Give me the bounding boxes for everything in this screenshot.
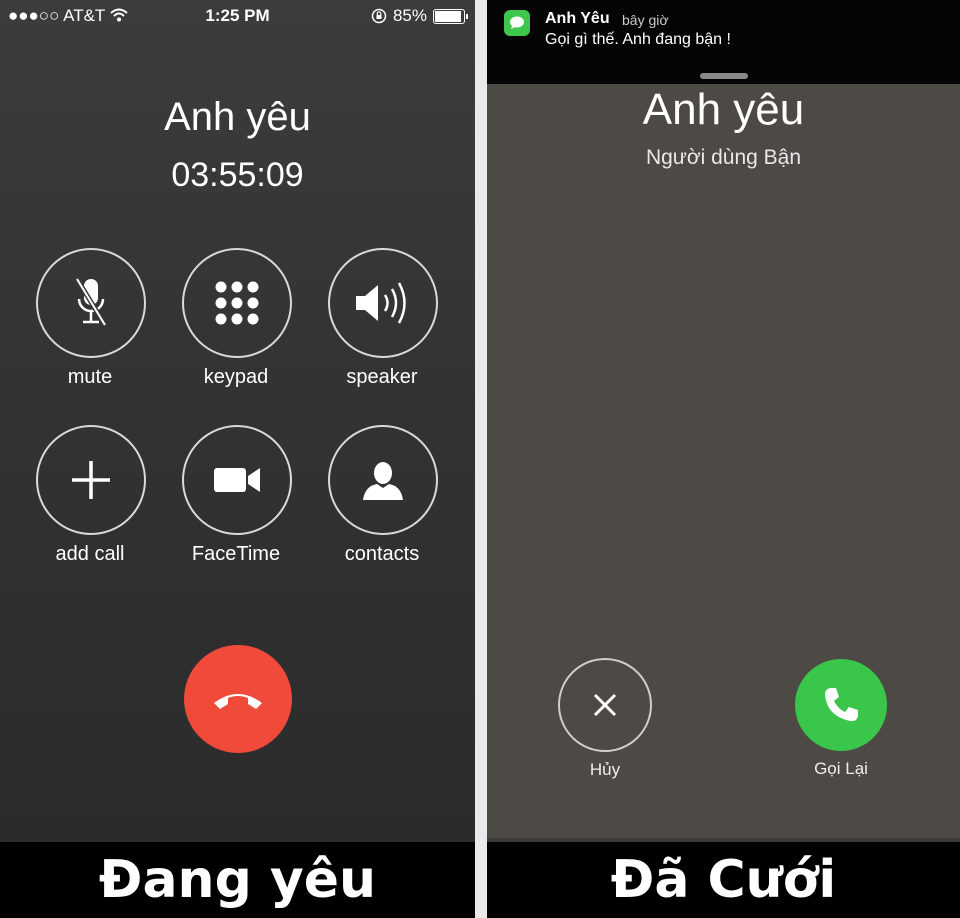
video-camera-icon <box>214 468 260 492</box>
mute-label: mute <box>67 366 113 388</box>
message-notification-banner[interactable]: Anh Yêu bây giờ Gọi gì thế. Anh đang bận… <box>487 0 960 84</box>
phone-icon <box>825 688 858 722</box>
mute-button-circle[interactable] <box>36 248 146 358</box>
status-right: 85% <box>371 6 468 26</box>
speaker-button-circle[interactable] <box>328 248 438 358</box>
call-failed-screen: Anh Yêu bây giờ Gọi gì thế. Anh đang bận… <box>487 0 960 842</box>
caption-left: Đang yêu <box>0 842 475 918</box>
notification-message: Gọi gì thế. Anh đang bận ! <box>545 31 731 48</box>
close-icon <box>593 693 617 717</box>
contact-silhouette-icon <box>363 462 403 500</box>
keypad-label: keypad <box>203 366 269 388</box>
cancel-label: Hủy <box>589 760 621 779</box>
cancel-button-circle[interactable] <box>558 658 652 752</box>
notification-drag-handle[interactable] <box>700 73 748 79</box>
add-call-button-circle[interactable] <box>36 425 146 535</box>
mute-icon <box>74 277 108 327</box>
panel-divider <box>475 0 487 918</box>
redial-label: Gọi Lại <box>814 759 868 778</box>
facetime-label: FaceTime <box>191 543 281 565</box>
caller-name: Anh yêu <box>164 95 311 139</box>
redial-button-circle[interactable] <box>795 659 887 751</box>
mute-button[interactable]: mute <box>36 248 146 389</box>
caption-right: Đã Cưới <box>487 842 960 918</box>
notification-time: bây giờ <box>622 12 669 28</box>
end-call-icon <box>214 694 262 709</box>
plus-icon <box>72 461 110 499</box>
speaker-icon <box>356 282 406 324</box>
battery-percent: 85% <box>392 6 427 25</box>
call-duration: 03:55:09 <box>171 156 304 194</box>
facetime-button-circle[interactable] <box>182 425 292 535</box>
caller-name: Anh yêu <box>642 85 805 134</box>
speaker-label: speaker <box>346 366 418 388</box>
contacts-label: contacts <box>344 543 420 565</box>
call-status: Người dùng Bận <box>645 146 802 169</box>
contacts-button[interactable]: contacts <box>328 425 438 566</box>
in-call-screen: ●●●○○ AT&T 1:25 PM 85% Anh yêu 03:55:09 <box>0 0 475 842</box>
status-bar: ●●●○○ AT&T 1:25 PM 85% <box>0 0 475 30</box>
facetime-button[interactable]: FaceTime <box>182 425 292 566</box>
messages-icon <box>504 10 530 36</box>
contacts-button-circle[interactable] <box>328 425 438 535</box>
keypad-icon <box>215 281 259 325</box>
cancel-button[interactable]: Hủy <box>535 658 675 780</box>
keypad-button[interactable]: keypad <box>182 248 292 389</box>
add-call-button[interactable]: add call <box>36 425 146 566</box>
rotation-lock-icon <box>371 8 387 24</box>
keypad-button-circle[interactable] <box>182 248 292 358</box>
add-call-label: add call <box>55 543 125 565</box>
redial-button[interactable]: Gọi Lại <box>771 659 911 779</box>
speaker-button[interactable]: speaker <box>328 248 438 389</box>
notification-sender: Anh Yêu <box>545 10 610 27</box>
battery-icon <box>433 8 468 24</box>
end-call-button[interactable] <box>184 645 292 753</box>
